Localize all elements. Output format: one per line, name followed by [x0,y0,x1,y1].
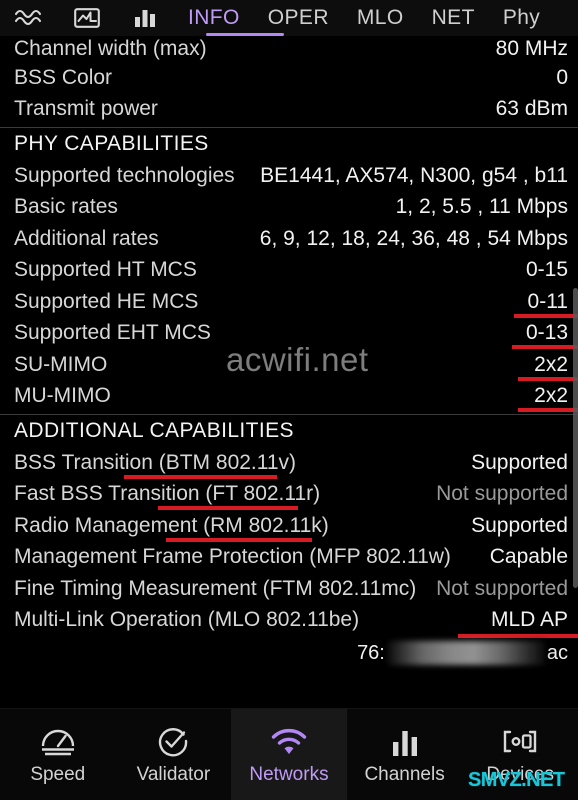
wifi-analyzer-screen: INFO OPER MLO NET Phy Channel width (max… [0,0,578,800]
tab-info[interactable]: INFO [174,0,254,36]
row-label: Channel width (max) [14,37,207,60]
row-value: 6, 9, 12, 18, 24, 36, 48 , 54 Mbps [259,226,568,250]
wifi-icon [269,723,309,757]
row-label: SU-MIMO [14,352,108,376]
row-value: 0-15 [525,258,568,282]
row-label: Multi-Link Operation (MLO 802.11be) [14,608,360,632]
tab-mlo[interactable]: MLO [343,0,418,36]
table-row: BSS Color 0 [0,62,578,94]
row-value: 80 MHz [495,37,568,60]
table-row: Channel width (max) 80 MHz [0,36,578,62]
nav-item-validator[interactable]: Validator [116,709,232,800]
table-row: MU-MIMO 2x2 [0,381,578,412]
row-label: BSS Transition (BTM 802.11v) [14,450,297,474]
row-label: Supported technologies [14,163,235,187]
section-header-phy: PHY CAPABILITIES [0,127,578,160]
scrollbar[interactable] [573,36,578,708]
row-value: 2x2 [534,384,568,408]
row-value: Supported [471,513,568,537]
table-row: Basic rates 1, 2, 5.5 , 11 Mbps [0,192,578,224]
info-list[interactable]: Channel width (max) 80 MHz BSS Color 0 T… [0,36,578,708]
table-row: Multi-Link Operation (MLO 802.11be) MLD … [0,605,578,638]
check-circle-icon [156,723,190,757]
mac-prefix: 76: [357,641,385,664]
scrollbar-thumb[interactable] [573,288,578,588]
row-value: 2x2 [534,352,568,376]
mac-suffix: ac [546,641,568,664]
nav-item-devices[interactable]: Devices [462,709,578,800]
bar-chart-icon[interactable] [116,0,174,36]
row-value: Capable [489,545,568,569]
bar-chart-icon [390,723,420,757]
table-row: Management Frame Protection (MFP 802.11w… [0,542,578,574]
table-row: Supported technologies BE1441, AX574, N3… [0,160,578,192]
table-row: Fine Timing Measurement (FTM 802.11mc) N… [0,573,578,605]
table-row: Supported HT MCS 0-15 [0,255,578,287]
table-row: Radio Management (RM 802.11k) Supported [0,510,578,542]
row-value: 0 [556,65,568,89]
row-label: Supported HT MCS [14,258,197,282]
row-label: Supported HE MCS [14,289,199,313]
redaction-blur [386,641,545,665]
row-label: Fast BSS Transition (FT 802.11r) [14,482,321,506]
nav-label: Validator [136,764,211,785]
table-row: Supported HE MCS 0-11 [0,286,578,318]
nav-label: Speed [30,764,86,785]
row-label: Fine Timing Measurement (FTM 802.11mc) [14,576,417,600]
row-label: Radio Management (RM 802.11k) [14,513,329,537]
row-label: Transmit power [14,97,158,121]
nav-item-speed[interactable]: Speed [0,709,116,800]
nav-label: Networks [249,764,329,785]
waveform-icon[interactable] [0,0,58,36]
devices-icon [501,723,539,757]
tab-net[interactable]: NET [418,0,489,36]
row-label: Basic rates [14,195,118,219]
row-label: Management Frame Protection (MFP 802.11w… [14,545,451,569]
bottom-navigation: Speed Validator Networks Channels Device… [0,708,578,800]
row-label: MU-MIMO [14,384,111,408]
row-value: 1, 2, 5.5 , 11 Mbps [395,195,568,219]
nav-label: Devices [486,764,554,785]
tab-oper[interactable]: OPER [254,0,343,36]
speedometer-icon [39,723,77,757]
annotation-underline [518,408,578,412]
row-label: BSS Color [14,65,113,89]
row-value: 0-11 [527,289,568,313]
row-value: 63 dBm [495,97,568,121]
table-row: Additional rates 6, 9, 12, 18, 24, 36, 4… [0,223,578,255]
table-row: Transmit power 63 dBm [0,94,578,126]
chart-box-icon[interactable] [58,0,116,36]
nav-item-channels[interactable]: Channels [347,709,463,800]
row-label: Additional rates [14,226,159,250]
nav-item-networks[interactable]: Networks [231,709,347,800]
row-value: BE1441, AX574, N300, g54 , b11 [260,163,568,187]
row-value: MLD AP [490,608,568,632]
section-header-additional: ADDITIONAL CAPABILITIES [0,414,578,447]
top-tab-bar: INFO OPER MLO NET Phy [0,0,578,36]
redacted-mac-row: 76: ac [0,636,578,670]
nav-label: Channels [364,764,445,785]
row-value: Not supported [436,576,568,600]
row-value: Supported [471,450,568,474]
table-row: SU-MIMO 2x2 [0,349,578,381]
row-label: Supported EHT MCS [14,321,211,345]
table-row: Supported EHT MCS 0-13 [0,318,578,349]
row-value: Not supported [436,482,568,506]
table-row: BSS Transition (BTM 802.11v) Supported [0,447,578,479]
tab-phy[interactable]: Phy [489,0,554,36]
row-value: 0-13 [525,321,568,345]
table-row: Fast BSS Transition (FT 802.11r) Not sup… [0,479,578,510]
